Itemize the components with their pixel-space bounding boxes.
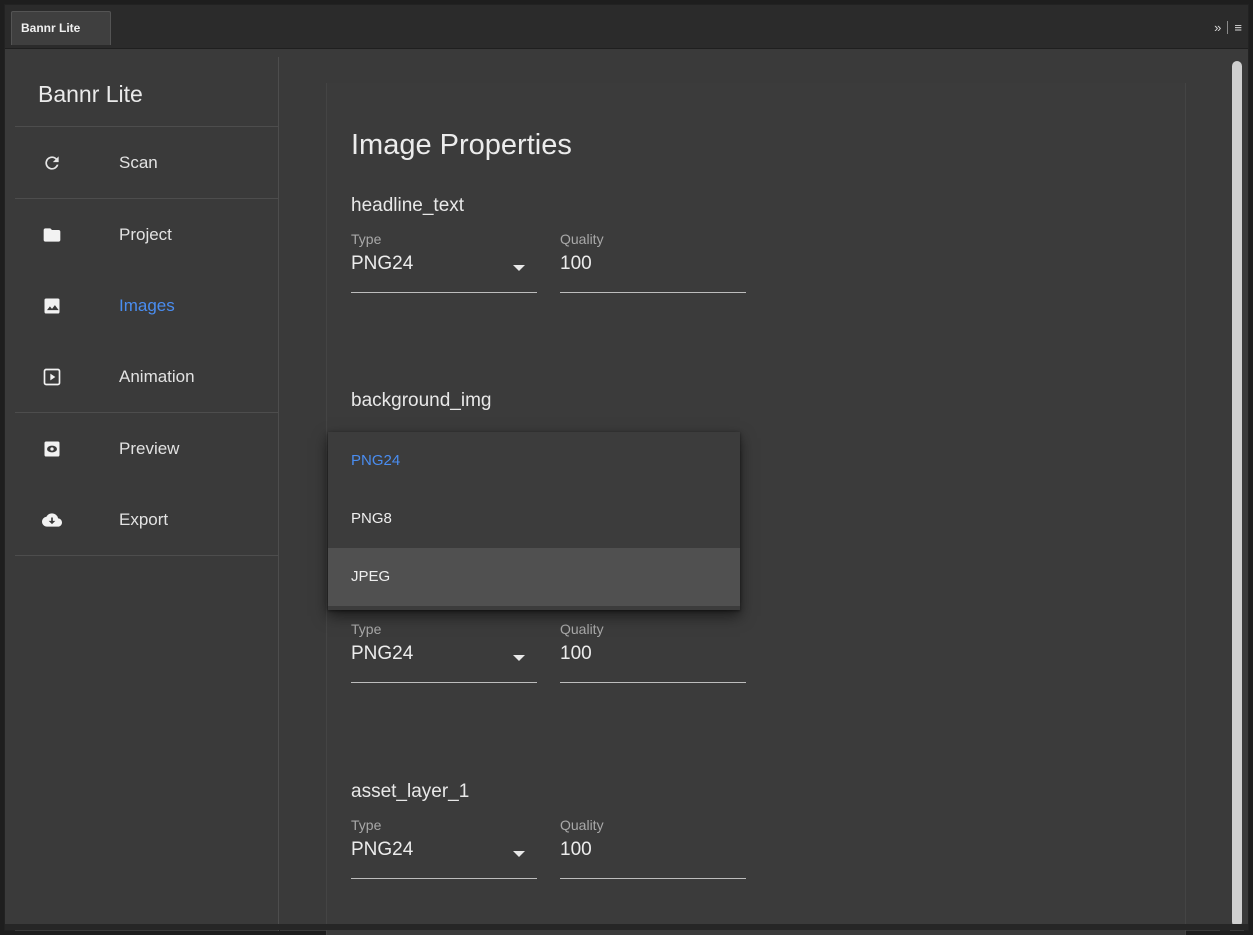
layer-block-asset-layer-1: asset_layer_1 Type Quality PNG24 100 xyxy=(351,781,751,879)
eye-icon xyxy=(42,439,62,459)
type-select-value: PNG24 xyxy=(351,253,414,274)
quality-label: Quality xyxy=(560,817,604,833)
sidebar-item-label: Project xyxy=(119,224,172,244)
cloud-download-icon xyxy=(42,510,62,530)
sidebar-item-preview[interactable]: Preview xyxy=(15,413,278,484)
panel-tab[interactable]: Bannr Lite xyxy=(11,11,111,45)
quality-input[interactable]: 100 xyxy=(560,839,746,879)
dropdown-option-png24[interactable]: PNG24 xyxy=(328,432,740,490)
sidebar-item-label: Images xyxy=(119,295,175,315)
sidebar-brand: Bannr Lite xyxy=(15,57,278,127)
sidebar-item-animation[interactable]: Animation xyxy=(15,341,278,412)
type-label: Type xyxy=(351,817,382,833)
nav-group-scan: Scan xyxy=(15,127,278,199)
scrollbar-thumb[interactable] xyxy=(1232,61,1242,927)
image-icon xyxy=(42,296,62,316)
layer-name: headline_text xyxy=(351,195,465,216)
expand-panel-icon[interactable]: » xyxy=(1214,20,1221,35)
page-title: Image Properties xyxy=(351,129,572,161)
sidebar-item-label: Preview xyxy=(119,438,180,458)
layer-name: asset_layer_1 xyxy=(351,781,470,802)
play-box-icon xyxy=(42,367,62,387)
layer-block-headline-text: headline_text Type Quality PNG24 100 xyxy=(351,195,751,293)
refresh-icon xyxy=(42,153,62,173)
sidebar-item-label: Export xyxy=(119,509,169,529)
type-select[interactable]: PNG24 xyxy=(351,253,537,293)
vertical-scrollbar[interactable] xyxy=(1230,57,1244,931)
chevron-down-icon xyxy=(513,851,525,857)
quality-input-value: 100 xyxy=(560,643,592,664)
sidebar-item-label: Animation xyxy=(119,366,195,386)
dropdown-option-jpeg[interactable]: JPEG xyxy=(328,548,740,606)
type-select-value: PNG24 xyxy=(351,839,414,860)
quality-label: Quality xyxy=(560,621,604,637)
sidebar-item-scan[interactable]: Scan xyxy=(15,127,278,198)
quality-label: Quality xyxy=(560,231,604,247)
layer-block-background-img: background_img xyxy=(351,390,751,412)
folder-icon xyxy=(42,225,62,245)
controls-separator xyxy=(1227,20,1229,34)
quality-input-value: 100 xyxy=(560,253,592,274)
chevron-down-icon xyxy=(513,265,525,271)
type-label: Type xyxy=(351,231,382,247)
layer-name: background_img xyxy=(351,390,492,411)
quality-input-value: 100 xyxy=(560,839,592,860)
type-dropdown-menu: PNG24 PNG8 JPEG xyxy=(328,432,740,610)
nav-group-output: Preview Export xyxy=(15,413,278,556)
quality-input[interactable]: 100 xyxy=(560,643,746,683)
quality-input[interactable]: 100 xyxy=(560,253,746,293)
type-select[interactable]: PNG24 xyxy=(351,839,537,879)
dropdown-option-png8[interactable]: PNG8 xyxy=(328,490,740,548)
type-select[interactable]: PNG24 xyxy=(351,643,537,683)
nav-group-project: Project Images Animation xyxy=(15,199,278,413)
sidebar-item-label: Scan xyxy=(119,152,158,172)
panel-bottom-edge xyxy=(5,924,1248,930)
sidebar-item-project[interactable]: Project xyxy=(15,199,278,270)
type-label: Type xyxy=(351,621,382,637)
sidebar-item-export[interactable]: Export xyxy=(15,484,278,555)
type-select-value: PNG24 xyxy=(351,643,414,664)
panel-controls: » ≡ xyxy=(1214,17,1242,37)
sidebar-item-images[interactable]: Images xyxy=(15,270,278,341)
panel-menu-icon[interactable]: ≡ xyxy=(1234,20,1242,35)
panel-tab-strip: Bannr Lite » ≡ xyxy=(5,5,1248,49)
chevron-down-icon xyxy=(513,655,525,661)
sidebar: Bannr Lite Scan Project Images Animation… xyxy=(15,57,279,931)
